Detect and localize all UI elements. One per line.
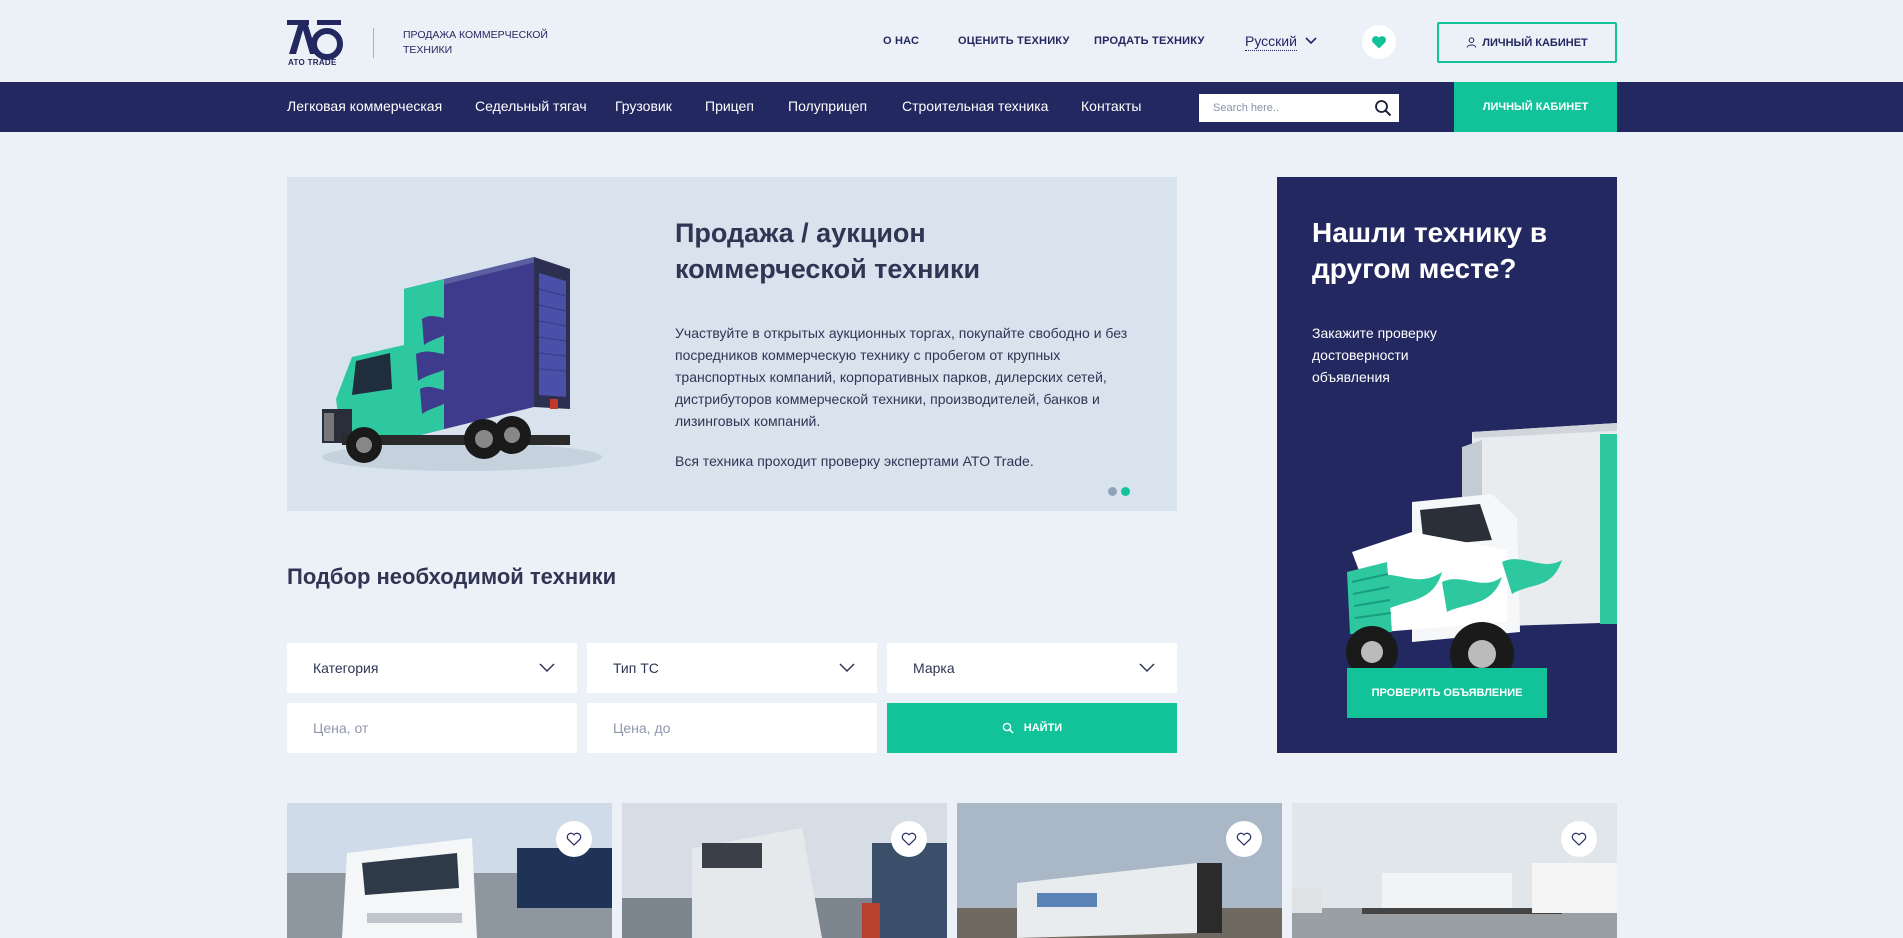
add-to-favorites-button[interactable]	[1561, 821, 1597, 857]
nav-item-construction[interactable]: Строительная техника	[902, 98, 1048, 114]
chevron-down-icon	[839, 663, 855, 673]
nav-item-truck[interactable]: Грузовик	[615, 98, 672, 114]
nav-item-tractor[interactable]: Седельный тягач	[475, 98, 587, 114]
hero-description: Участвуйте в открытых аукционных торгах,…	[675, 325, 1128, 429]
search-icon	[1002, 722, 1014, 734]
hero-slider: Продажа / аукцион коммерческой техники У…	[287, 177, 1177, 511]
chevron-down-icon	[539, 663, 555, 673]
promo-title: Нашли технику в другом месте?	[1312, 217, 1548, 284]
cabinet-nav-button[interactable]: ЛИЧНЫЙ КАБИНЕТ	[1454, 82, 1617, 132]
logo-subtitle: ATO TRADE	[288, 58, 337, 67]
white-truck-image	[1346, 422, 1617, 686]
listing-card[interactable]	[622, 803, 947, 938]
find-button[interactable]: НАЙТИ	[887, 703, 1177, 753]
chevron-down-icon	[1139, 663, 1155, 673]
slider-dot-1[interactable]	[1108, 487, 1117, 496]
heart-icon	[1371, 36, 1387, 49]
hero-title: Продажа / аукцион коммерческой техники	[675, 218, 981, 284]
category-nav: Легковая коммерческая Седельный тягач Гр…	[0, 82, 1903, 132]
add-to-favorites-button[interactable]	[891, 821, 927, 857]
brand-select[interactable]: Марка	[887, 643, 1177, 693]
nav-about-link[interactable]: О НАС	[883, 35, 919, 47]
category-select[interactable]: Категория	[287, 643, 577, 693]
user-icon	[1466, 37, 1477, 48]
heart-icon	[901, 832, 917, 846]
category-select-label: Категория	[313, 660, 379, 676]
add-to-favorites-button[interactable]	[556, 821, 592, 857]
vehicle-type-select[interactable]: Тип ТС	[587, 643, 877, 693]
tagline: ПРОДАЖА КОММЕРЧЕСКОЙ ТЕХНИКИ	[403, 29, 548, 56]
cabinet-button-label: ЛИЧНЫЙ КАБИНЕТ	[1482, 36, 1588, 49]
hero-note: Вся техника проходит проверку экспертами…	[675, 453, 1034, 469]
listing-card[interactable]	[287, 803, 612, 938]
listing-card[interactable]	[1292, 803, 1617, 938]
language-select[interactable]: Русский	[1245, 33, 1297, 51]
heart-icon	[1236, 832, 1252, 846]
listing-card[interactable]	[957, 803, 1282, 938]
cabinet-button[interactable]: ЛИЧНЫЙ КАБИНЕТ	[1437, 22, 1617, 63]
chevron-down-icon[interactable]	[1305, 36, 1317, 46]
promo-text: Закажите проверку достоверности объявлен…	[1312, 325, 1437, 385]
filter-title: Подбор необходимой техники	[287, 564, 617, 589]
nav-item-semitrailer[interactable]: Полуприцеп	[788, 98, 867, 114]
search-box	[1199, 94, 1399, 122]
check-listing-button[interactable]: ПРОВЕРИТЬ ОБЪЯВЛЕНИЕ	[1347, 668, 1547, 718]
vehicle-type-select-label: Тип ТС	[613, 660, 659, 676]
price-to-input[interactable]	[587, 703, 877, 753]
slider-dot-2-active[interactable]	[1121, 487, 1130, 496]
find-button-label: НАЙТИ	[1023, 722, 1063, 734]
nav-item-light-commercial[interactable]: Легковая коммерческая	[287, 98, 442, 114]
brand-select-label: Марка	[913, 660, 955, 676]
add-to-favorites-button[interactable]	[1226, 821, 1262, 857]
nav-item-trailer[interactable]: Прицеп	[705, 98, 754, 114]
price-from-input[interactable]	[287, 703, 577, 753]
header: ATO TRADE ПРОДАЖА КОММЕРЧЕСКОЙ ТЕХНИКИ О…	[0, 0, 1903, 82]
favorites-button[interactable]	[1362, 25, 1396, 59]
nav-evaluate-link[interactable]: ОЦЕНИТЬ ТЕХНИКУ	[958, 35, 1070, 47]
box-truck-image	[322, 257, 602, 471]
divider	[373, 28, 374, 58]
nav-sell-link[interactable]: ПРОДАТЬ ТЕХНИКУ	[1094, 35, 1205, 47]
heart-icon	[1571, 832, 1587, 846]
search-icon[interactable]	[1374, 99, 1392, 117]
nav-item-contacts[interactable]: Контакты	[1081, 98, 1141, 114]
heart-icon	[566, 832, 582, 846]
verification-promo: Нашли технику в другом месте? Закажите п…	[1277, 177, 1617, 753]
search-input[interactable]	[1199, 94, 1369, 122]
